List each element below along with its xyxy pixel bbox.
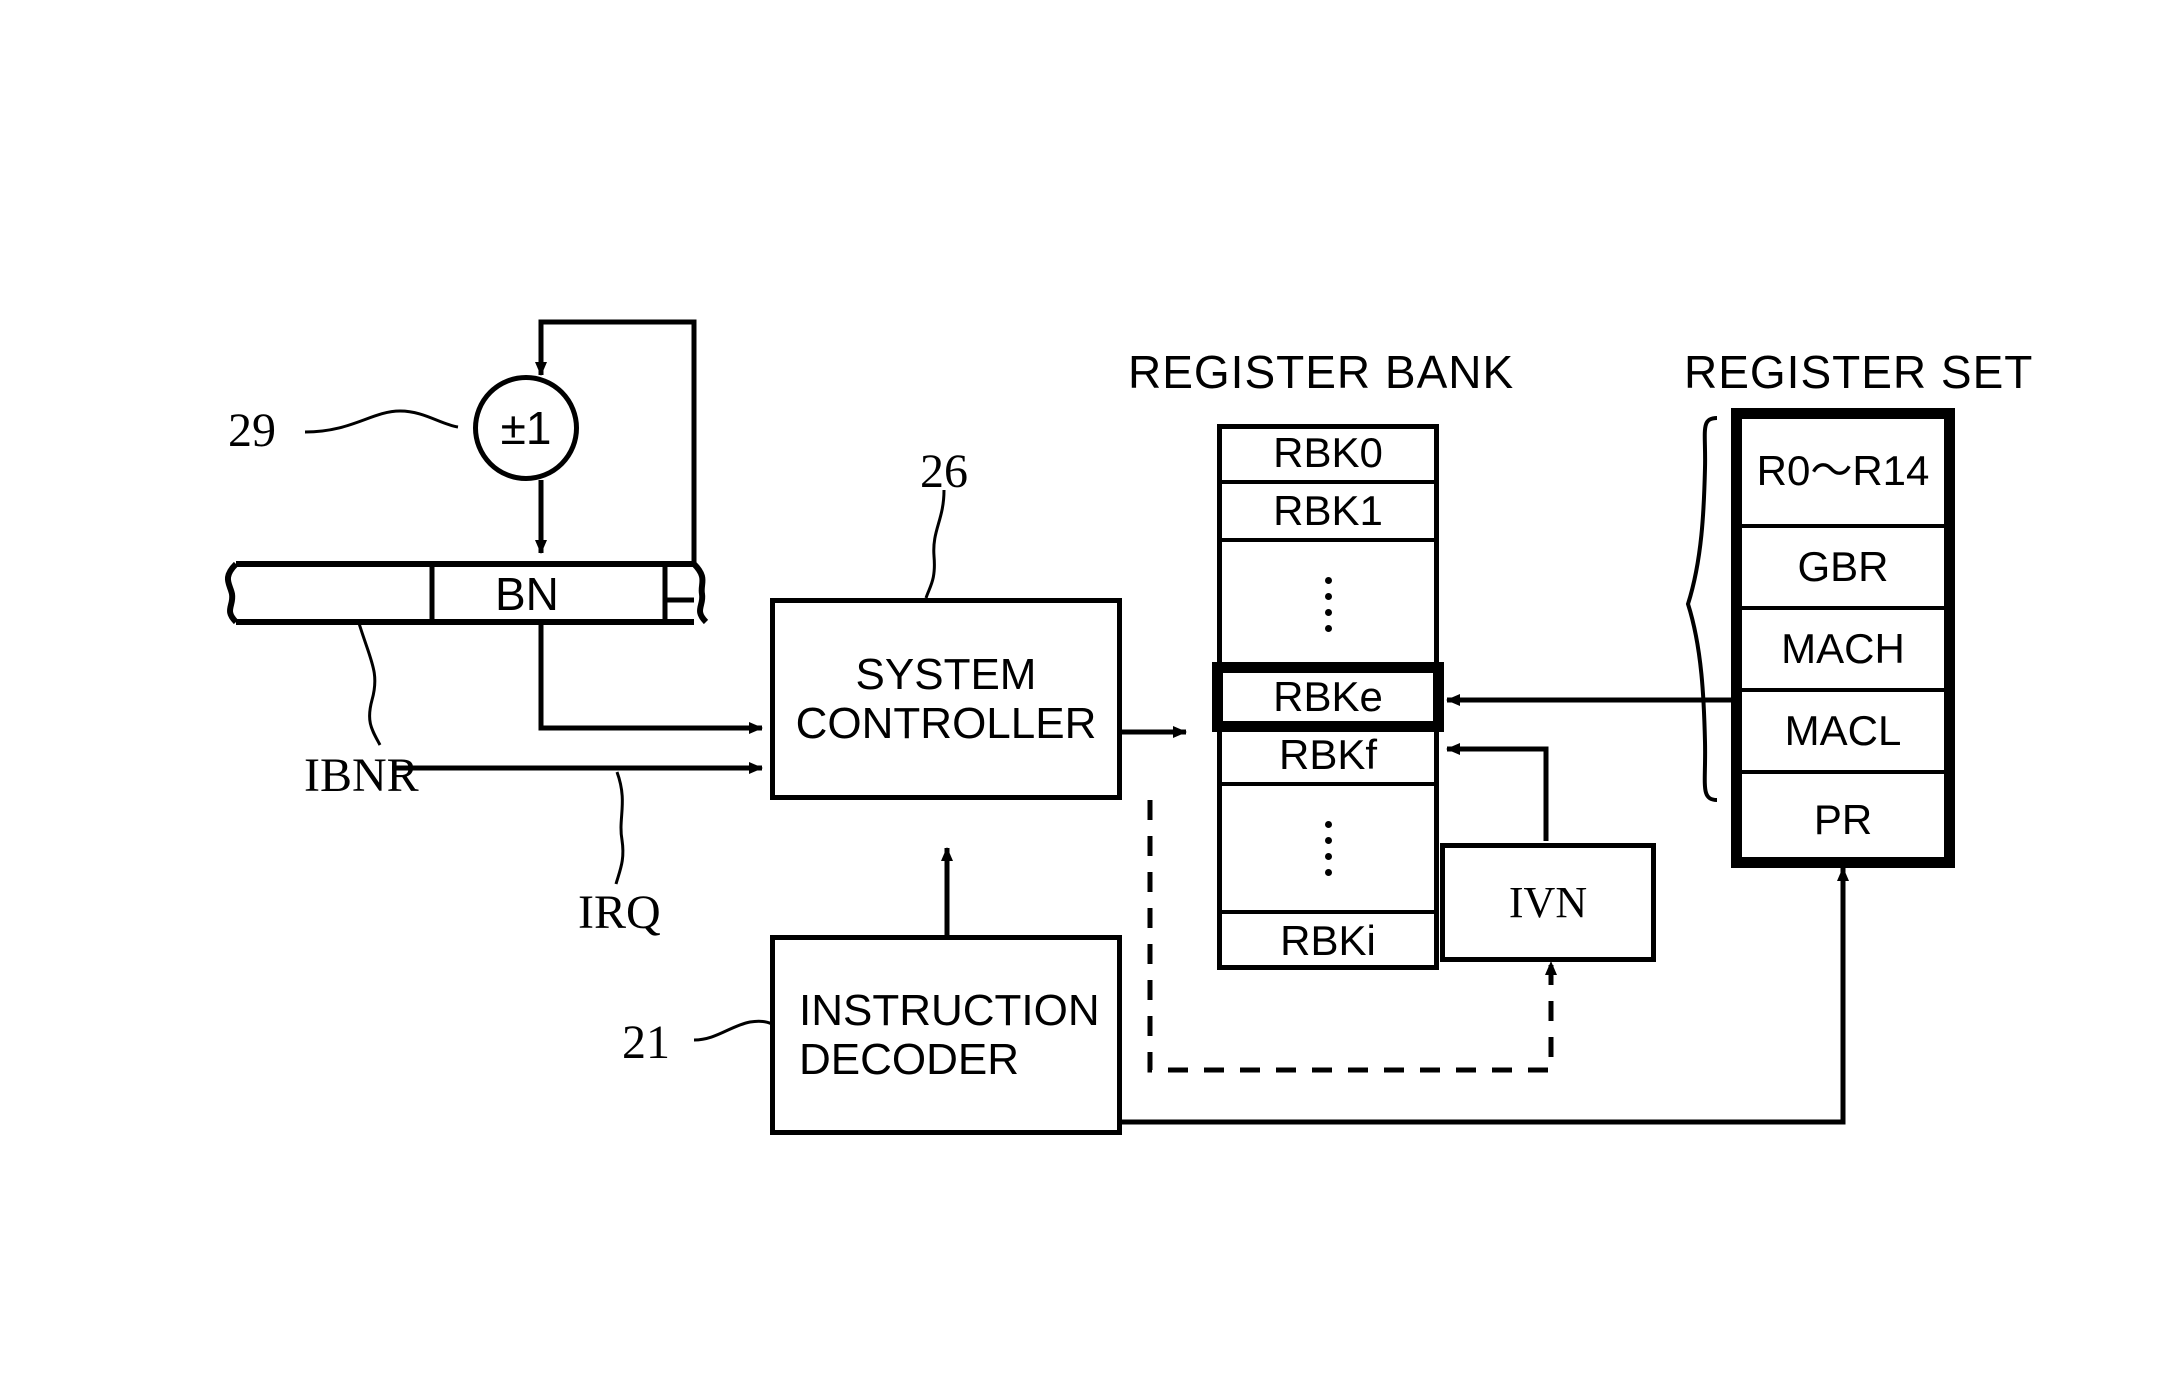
register-set-column: R0～R14 GBR MACH MACL PR bbox=[1731, 408, 1955, 868]
ivn-label: IVN bbox=[1508, 877, 1588, 927]
system-controller-label-line1: SYSTEM bbox=[855, 649, 1037, 699]
system-controller-block: SYSTEM CONTROLLER bbox=[770, 598, 1122, 800]
leader-ibnr bbox=[356, 619, 382, 746]
register-set-row-label: R0～R14 bbox=[1756, 446, 1930, 494]
register-bank-column: RBK0 RBK1 RBKe RBKf RBKi bbox=[1212, 424, 1444, 1030]
reference-numeral-26: 26 bbox=[920, 445, 968, 498]
ivn-block: IVN bbox=[1440, 843, 1656, 962]
ellipsis-dot bbox=[1324, 624, 1332, 632]
irq-label: IRQ bbox=[578, 886, 661, 939]
leader-irq bbox=[614, 771, 625, 885]
vertical-ellipsis-icon bbox=[1217, 784, 1439, 912]
register-bank-row-rbk1[interactable]: RBK1 bbox=[1217, 482, 1439, 540]
register-bank-row-label: RBK1 bbox=[1273, 487, 1383, 534]
register-bank-row-ellipsis-2[interactable] bbox=[1217, 540, 1439, 668]
leader-21 bbox=[693, 1019, 773, 1042]
ellipsis-dot bbox=[1324, 608, 1332, 616]
register-bank-row-label: RBKf bbox=[1278, 731, 1378, 778]
incrementer-label: ±1 bbox=[500, 402, 552, 454]
incrementer-circle: ±1 bbox=[473, 375, 579, 481]
patent-figure-canvas: 29 ±1 BN IBNR IRQ 26 SYSTEM CONTROLLER 2… bbox=[0, 0, 2166, 1392]
vertical-ellipsis-icon bbox=[1217, 540, 1439, 668]
register-bank-row-label: RBK0 bbox=[1273, 429, 1383, 476]
ellipsis-dot bbox=[1324, 868, 1332, 876]
register-bank-heading: REGISTER BANK bbox=[1128, 346, 1515, 398]
register-bank-row-label: RBKe bbox=[1273, 673, 1383, 720]
register-set-heading: REGISTER SET bbox=[1684, 346, 2034, 398]
leader-26 bbox=[924, 489, 946, 599]
bn-to-system-controller-arrow bbox=[538, 622, 763, 734]
register-set-row-label: PR bbox=[1813, 796, 1873, 843]
register-bank-row-rbki[interactable]: RBKi bbox=[1217, 912, 1439, 970]
reference-numeral-21: 21 bbox=[622, 1016, 670, 1069]
ellipsis-dot bbox=[1324, 852, 1332, 860]
register-set-row-label: MACH bbox=[1781, 625, 1905, 672]
system-controller-label-line2: CONTROLLER bbox=[795, 699, 1097, 748]
register-set-row-gbr[interactable]: GBR bbox=[1731, 526, 1955, 608]
register-set-row-macl[interactable]: MACL bbox=[1731, 690, 1955, 772]
instruction-decoder-block: INSTRUCTION DECODER bbox=[770, 935, 1122, 1135]
ibnr-label: IBNR bbox=[304, 749, 419, 802]
register-bank-row-ellipsis-5[interactable] bbox=[1217, 784, 1439, 912]
ellipsis-dot bbox=[1324, 836, 1332, 844]
ellipsis-dot bbox=[1324, 820, 1332, 828]
register-set-row-r0r14[interactable]: R0～R14 bbox=[1731, 408, 1955, 526]
instruction-decoder-label-line2: DECODER bbox=[799, 1035, 1020, 1084]
register-set-row-pr[interactable]: PR bbox=[1731, 772, 1955, 868]
leader-29 bbox=[304, 409, 459, 434]
register-set-row-label: GBR bbox=[1797, 543, 1889, 590]
register-bank-row-rbkf[interactable]: RBKf bbox=[1217, 726, 1439, 784]
ivn-to-rbke-arrow bbox=[1446, 743, 1549, 841]
instruction-decoder-label-line1: INSTRUCTION bbox=[799, 985, 1100, 1035]
ibnr-register-outline bbox=[225, 561, 709, 625]
register-set-brace bbox=[1685, 416, 1718, 802]
register-bank-row-rbke[interactable]: RBKe bbox=[1217, 668, 1439, 726]
ellipsis-dot bbox=[1324, 576, 1332, 584]
register-bank-row-rbk0[interactable]: RBK0 bbox=[1217, 424, 1439, 482]
ellipsis-dot bbox=[1324, 592, 1332, 600]
register-set-row-mach[interactable]: MACH bbox=[1731, 608, 1955, 690]
reference-numeral-29: 29 bbox=[228, 404, 276, 457]
register-set-row-label: MACL bbox=[1784, 707, 1902, 754]
bn-field-label: BN bbox=[495, 568, 559, 620]
register-bank-row-label: RBKi bbox=[1280, 917, 1376, 964]
